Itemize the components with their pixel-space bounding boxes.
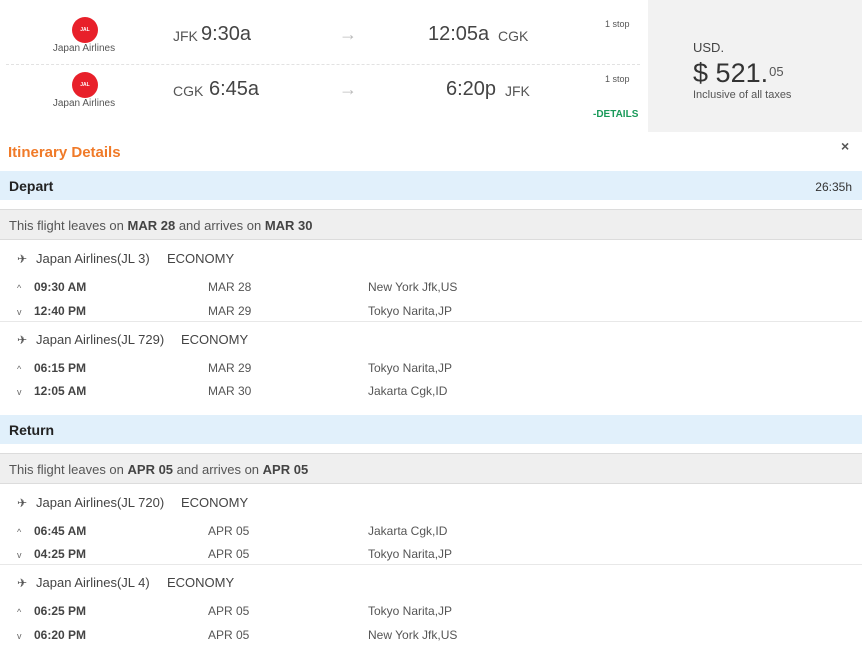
flight-summary: JAL Japan Airlines JFK 9:30a → 12:05a CG… <box>0 0 648 132</box>
arrival-row-place: Tokyo Narita,JP <box>368 547 453 561</box>
trip-duration: 26:35h <box>815 180 852 194</box>
departure-row-date: MAR 29 <box>208 361 252 375</box>
chevron-down-icon: v <box>17 307 22 317</box>
segment-header: ✈ Japan Airlines(JL 720) <box>17 495 164 510</box>
plane-icon: ✈ <box>17 496 28 510</box>
chevron-down-icon: v <box>17 387 22 397</box>
arrival-row-date: MAR 29 <box>208 304 252 318</box>
airline-name: Japan Airlines <box>52 98 116 109</box>
close-icon[interactable]: × <box>841 138 849 154</box>
chevron-down-icon: v <box>17 550 22 560</box>
itinerary-title: Itinerary Details <box>8 144 121 161</box>
airline-name: Japan Airlines <box>52 43 116 54</box>
section-label: Return <box>9 422 55 438</box>
arrival-row-date: MAR 30 <box>208 384 252 398</box>
return-leaves-bar: This flight leaves on APR 05 and arrives… <box>0 453 862 484</box>
departure-row-date: APR 05 <box>208 604 250 618</box>
departure-row-time: ^ 06:15 PM <box>17 361 87 375</box>
return-header: Return <box>0 415 862 444</box>
arrival-row-time: v 12:40 PM <box>17 304 87 318</box>
chevron-up-icon: ^ <box>17 527 22 537</box>
departure-row-date: MAR 28 <box>208 280 252 294</box>
stops-count: 1 stop <box>605 74 630 84</box>
cabin-class: ECONOMY <box>167 251 235 266</box>
flight-number: Japan Airlines(JL 3) <box>36 251 150 266</box>
stops-count: 1 stop <box>605 19 630 29</box>
departure-row-place: Tokyo Narita,JP <box>368 604 453 618</box>
leg-divider <box>6 64 640 65</box>
price-cents: 05 <box>769 64 784 79</box>
flight-number: Japan Airlines(JL 4) <box>36 575 150 590</box>
arrival-row-time: v 04:25 PM <box>17 547 87 561</box>
depart-header: Depart 26:35h <box>0 171 862 200</box>
arrival-time: 12:05a <box>428 23 490 45</box>
segment-header: ✈ Japan Airlines(JL 4) <box>17 575 150 590</box>
arrival-row-date: APR 05 <box>208 628 250 642</box>
departure-time: 6:45a <box>209 78 260 100</box>
arrival-row-time: v 06:20 PM <box>17 628 87 642</box>
arrival-row-time: v 12:05 AM <box>17 384 87 398</box>
leaves-text: This flight leaves on APR 05 and arrives… <box>9 462 309 477</box>
departure-row-date: APR 05 <box>208 524 250 538</box>
details-link[interactable]: -DETAILS <box>593 109 638 120</box>
plane-icon: ✈ <box>17 252 28 266</box>
segment-header: ✈ Japan Airlines(JL 729) <box>17 332 164 347</box>
flight-number: Japan Airlines(JL 720) <box>36 495 165 510</box>
arrow-right-icon: → <box>339 79 357 99</box>
origin-code: CGK <box>173 83 204 99</box>
price-symbol: $ <box>693 58 709 88</box>
destination-code: CGK <box>498 28 529 44</box>
section-label: Depart <box>9 178 54 194</box>
segment-divider <box>0 564 862 565</box>
cabin-class: ECONOMY <box>181 332 249 347</box>
plane-icon: ✈ <box>17 333 28 347</box>
arrival-row-place: Jakarta Cgk,ID <box>368 384 448 398</box>
cabin-class: ECONOMY <box>167 575 235 590</box>
chevron-down-icon: v <box>17 631 22 641</box>
segment-divider <box>0 321 862 322</box>
chevron-up-icon: ^ <box>17 607 22 617</box>
arrival-row-place: New York Jfk,US <box>368 628 458 642</box>
departure-row-time: ^ 09:30 AM <box>17 280 87 294</box>
departure-row-place: Jakarta Cgk,ID <box>368 524 448 538</box>
price-note: Inclusive of all taxes <box>693 89 792 101</box>
chevron-up-icon: ^ <box>17 364 22 374</box>
flight-number: Japan Airlines(JL 729) <box>36 332 165 347</box>
segment-header: ✈ Japan Airlines(JL 3) <box>17 251 150 266</box>
airline-logo-icon: JAL <box>72 17 98 43</box>
price-total: $ 521.05 <box>693 58 784 89</box>
airline-logo-icon: JAL <box>72 72 98 98</box>
depart-leaves-bar: This flight leaves on MAR 28 and arrives… <box>0 209 862 240</box>
chevron-up-icon: ^ <box>17 283 22 293</box>
origin-code: JFK <box>173 28 198 44</box>
destination-code: JFK <box>505 83 530 99</box>
departure-row-place: Tokyo Narita,JP <box>368 361 453 375</box>
arrow-right-icon: → <box>339 24 357 44</box>
cabin-class: ECONOMY <box>181 495 249 510</box>
price-currency: USD. <box>693 40 725 55</box>
departure-row-place: New York Jfk,US <box>368 280 458 294</box>
departure-time: 9:30a <box>201 23 252 45</box>
price-amount: 521. <box>715 58 769 88</box>
departure-row-time: ^ 06:25 PM <box>17 604 87 618</box>
arrival-time: 6:20p <box>446 78 497 100</box>
leaves-text: This flight leaves on MAR 28 and arrives… <box>9 218 313 233</box>
plane-icon: ✈ <box>17 576 28 590</box>
arrival-row-place: Tokyo Narita,JP <box>368 304 453 318</box>
arrival-row-date: APR 05 <box>208 547 250 561</box>
departure-row-time: ^ 06:45 AM <box>17 524 87 538</box>
